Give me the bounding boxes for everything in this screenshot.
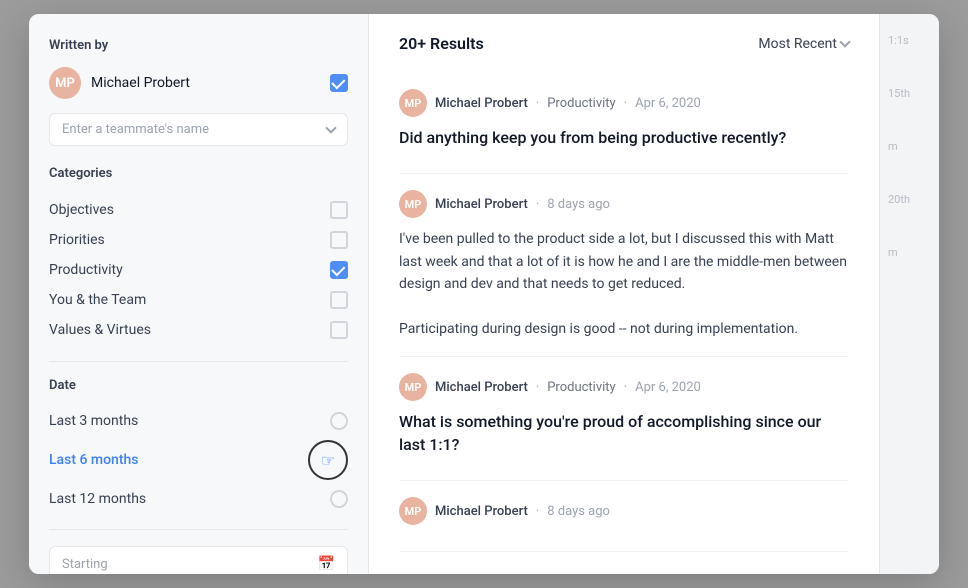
radio-last-12-months[interactable] (330, 490, 348, 508)
author-checkbox[interactable] (330, 74, 348, 92)
right-edge: 1:1s 15th m 20th m (879, 14, 939, 574)
post-avatar-1: MP (399, 89, 427, 117)
post-date-2: 8 days ago (547, 197, 610, 212)
divider-2 (49, 529, 348, 530)
radio-last-3-months[interactable] (330, 412, 348, 430)
category-label-you-and-the-team: You & the Team (49, 292, 146, 308)
calendar-icon-start: 📅 (318, 556, 335, 572)
category-item-values-and-virtues[interactable]: Values & Virtues (49, 315, 348, 345)
cursor-icon: ☞ (321, 451, 335, 470)
category-checkbox-priorities[interactable] (330, 231, 348, 249)
categories-list: Objectives Priorities Productivity You &… (49, 195, 348, 345)
category-checkbox-you-and-the-team[interactable] (330, 291, 348, 309)
category-checkbox-values-and-virtues[interactable] (330, 321, 348, 339)
post-meta-4: MP Michael Probert · 8 days ago (399, 497, 849, 525)
post-card-2: MP Michael Probert · 8 days ago I've bee… (399, 174, 849, 357)
date-option-last-6-months[interactable]: Last 6 months ☞ (49, 435, 348, 485)
right-header: 20+ Results Most Recent (399, 34, 849, 53)
teammate-input[interactable]: Enter a teammate's name (49, 113, 348, 146)
post-meta-3: MP Michael Probert · Productivity · Apr … (399, 373, 849, 401)
post-tag-3: Productivity (547, 380, 615, 395)
date-option-label-last-3-months: Last 3 months (49, 413, 138, 429)
cursor-circle: ☞ (308, 440, 348, 480)
post-meta-2: MP Michael Probert · 8 days ago (399, 190, 849, 218)
left-panel: Written by MP Michael Probert Enter a te… (29, 14, 369, 574)
teammate-placeholder: Enter a teammate's name (62, 122, 209, 137)
chevron-down-icon (325, 122, 336, 133)
written-by-label: Written by (49, 38, 348, 53)
date-option-label-last-12-months: Last 12 months (49, 491, 146, 507)
post-title-1: Did anything keep you from being product… (399, 127, 849, 149)
author-avatar: MP (49, 67, 81, 99)
author-row: MP Michael Probert (49, 67, 348, 99)
edge-text-5: m (888, 246, 898, 259)
category-item-you-and-the-team[interactable]: You & the Team (49, 285, 348, 315)
edge-text-4: 20th (888, 193, 910, 206)
sort-dropdown[interactable]: Most Recent (758, 36, 849, 52)
date-option-label-last-6-months: Last 6 months (49, 452, 138, 468)
post-title-3: What is something you're proud of accomp… (399, 411, 849, 456)
edge-text-1: 1:1s (888, 34, 909, 47)
date-label: Date (49, 378, 348, 393)
post-tag-1: Productivity (547, 96, 615, 111)
right-panel: 20+ Results Most Recent MP Michael Probe… (369, 14, 879, 574)
category-label-priorities: Priorities (49, 232, 105, 248)
post-avatar-4: MP (399, 497, 427, 525)
categories-label: Categories (49, 166, 348, 181)
category-checkbox-productivity[interactable] (330, 261, 348, 279)
sort-label: Most Recent (758, 36, 837, 52)
post-author-2: Michael Probert (435, 197, 528, 212)
category-checkbox-objectives[interactable] (330, 201, 348, 219)
post-date-1: Apr 6, 2020 (635, 96, 701, 111)
edge-text-3: m (888, 140, 898, 153)
category-item-priorities[interactable]: Priorities (49, 225, 348, 255)
category-label-productivity: Productivity (49, 262, 123, 278)
category-item-productivity[interactable]: Productivity (49, 255, 348, 285)
divider (49, 361, 348, 362)
date-option-last-3-months[interactable]: Last 3 months (49, 407, 348, 435)
category-label-objectives: Objectives (49, 202, 114, 218)
results-count: 20+ Results (399, 34, 484, 53)
post-avatar-3: MP (399, 373, 427, 401)
sort-chevron-icon (839, 36, 850, 47)
starting-input[interactable]: Starting 📅 (49, 546, 348, 574)
post-body-2: I've been pulled to the product side a l… (399, 228, 849, 340)
post-author-1: Michael Probert (435, 96, 528, 111)
post-author-4: Michael Probert (435, 504, 528, 519)
author-name: Michael Probert (91, 75, 330, 91)
post-card-4: MP Michael Probert · 8 days ago (399, 481, 849, 552)
post-author-3: Michael Probert (435, 380, 528, 395)
post-card-1: MP Michael Probert · Productivity · Apr … (399, 73, 849, 174)
post-meta-1: MP Michael Probert · Productivity · Apr … (399, 89, 849, 117)
category-label-values-and-virtues: Values & Virtues (49, 322, 151, 338)
post-date-3: Apr 6, 2020 (635, 380, 701, 395)
modal: Written by MP Michael Probert Enter a te… (29, 14, 939, 574)
date-option-last-12-months[interactable]: Last 12 months (49, 485, 348, 513)
date-options: Last 3 months Last 6 months ☞ Last 12 mo… (49, 407, 348, 513)
post-card-3: MP Michael Probert · Productivity · Apr … (399, 357, 849, 481)
starting-placeholder: Starting (62, 557, 108, 572)
post-date-4: 8 days ago (547, 504, 610, 519)
category-item-objectives[interactable]: Objectives (49, 195, 348, 225)
post-avatar-2: MP (399, 190, 427, 218)
edge-text-2: 15th (888, 87, 910, 100)
modal-backdrop: Written by MP Michael Probert Enter a te… (0, 0, 968, 588)
